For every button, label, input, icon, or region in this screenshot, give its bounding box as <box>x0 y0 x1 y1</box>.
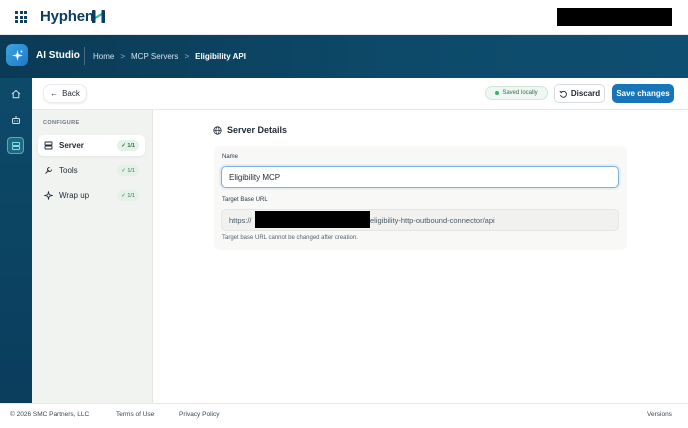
url-helper-text: Target base URL cannot be changed after … <box>222 235 358 241</box>
footer <box>0 403 688 428</box>
undo-icon <box>559 90 567 98</box>
back-button[interactable]: ← Back <box>43 84 87 103</box>
config-nav-label: Tools <box>59 166 78 175</box>
ai-studio-logo-icon[interactable] <box>6 44 28 66</box>
status-dot-icon <box>495 91 500 95</box>
url-suffix: eligibility-http-outbound-connector/api <box>370 216 495 225</box>
config-nav-tools[interactable]: Tools ✓ 1/1 <box>38 160 145 181</box>
discard-button[interactable]: Discard <box>554 84 605 103</box>
name-field-label: Name <box>222 154 239 160</box>
breadcrumb-separator: > <box>120 52 126 61</box>
redacted-user-area <box>557 8 672 26</box>
header-divider <box>84 47 85 65</box>
footer-versions-link[interactable]: Versions <box>647 411 672 418</box>
server-icon <box>44 141 53 150</box>
progress-badge: ✓ 1/1 <box>117 165 139 176</box>
progress-badge: ✓ 1/1 <box>117 140 139 151</box>
sparkle-icon <box>44 191 53 200</box>
breadcrumb-current: Eligibility API <box>195 52 246 61</box>
redacted-url-host <box>255 211 370 228</box>
robot-icon <box>11 115 20 124</box>
rail-servers-button[interactable] <box>7 137 24 154</box>
footer-terms-link[interactable]: Terms of Use <box>116 411 154 418</box>
config-nav-label: Wrap up <box>59 191 90 200</box>
saved-status-label: Saved locally <box>502 90 538 96</box>
rail-home-button[interactable] <box>7 85 24 102</box>
section-title-text: Server Details <box>227 125 288 135</box>
save-changes-button[interactable]: Save changes <box>612 84 674 103</box>
name-input[interactable] <box>221 166 619 188</box>
footer-privacy-link[interactable]: Privacy Policy <box>179 411 219 418</box>
brand-logo-icon <box>92 10 105 23</box>
configure-heading: CONFIGURE <box>43 120 80 126</box>
progress-badge-text: 1/1 <box>127 167 135 174</box>
back-button-label: Back <box>62 89 80 98</box>
breadcrumb: Home > MCP Servers > Eligibility API <box>93 52 246 61</box>
url-prefix: https:// <box>229 215 252 225</box>
progress-badge: ✓ 1/1 <box>117 190 139 201</box>
home-icon <box>11 89 20 98</box>
wrench-icon <box>44 166 53 175</box>
config-nav-server[interactable]: Server ✓ 1/1 <box>38 135 145 156</box>
server-icon <box>11 141 20 150</box>
brand-name[interactable]: Hyphen <box>40 8 94 25</box>
breadcrumb-separator: > <box>184 52 190 61</box>
rail-agents-button[interactable] <box>7 111 24 128</box>
globe-icon <box>213 125 222 135</box>
config-nav-label: Server <box>59 141 84 150</box>
app-launcher-icon[interactable] <box>15 11 27 23</box>
discard-button-label: Discard <box>570 89 601 98</box>
breadcrumb-home[interactable]: Home <box>93 52 114 61</box>
breadcrumb-mcp-servers[interactable]: MCP Servers <box>131 52 178 61</box>
arrow-left-icon: ← <box>50 89 59 98</box>
config-nav-wrap-up[interactable]: Wrap up ✓ 1/1 <box>38 185 145 206</box>
url-field-label: Target Base URL <box>222 197 268 203</box>
section-title: Server Details <box>213 125 287 135</box>
footer-copyright: © 2026 SMC Partners, LLC <box>10 411 90 418</box>
studio-title: AI Studio <box>36 50 80 61</box>
progress-badge-text: 1/1 <box>127 142 135 149</box>
progress-badge-text: 1/1 <box>127 192 135 199</box>
saved-status-badge: Saved locally <box>485 86 548 100</box>
